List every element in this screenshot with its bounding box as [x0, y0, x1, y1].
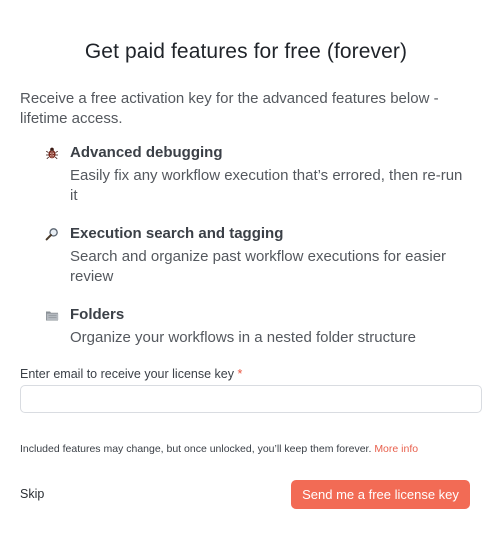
feature-item-debugging: Advanced debugging Easily fix any workfl…	[44, 143, 464, 206]
feature-description: Easily fix any workflow execution that’s…	[70, 167, 463, 204]
feature-title: Execution search and tagging	[70, 225, 284, 242]
more-info-link[interactable]: More info	[374, 443, 418, 455]
feature-description: Organize your workflows in a nested fold…	[70, 329, 416, 346]
features-note: Included features may change, but once u…	[20, 443, 480, 455]
skip-button[interactable]: Skip	[20, 487, 44, 501]
send-license-key-button[interactable]: Send me a free license key	[291, 480, 470, 509]
feature-item-folders: Folders Organize your workflows in a nes…	[44, 305, 464, 348]
feature-item-search: Execution search and tagging Search and …	[44, 224, 464, 287]
email-field-label: Enter email to receive your license key …	[20, 367, 242, 381]
magnifier-icon	[44, 226, 60, 242]
feature-title: Folders	[70, 306, 125, 323]
feature-description: Search and organize past workflow execut…	[70, 248, 447, 285]
email-input[interactable]	[20, 385, 482, 413]
modal-title: Get paid features for free (forever)	[84, 40, 408, 63]
feature-title: Advanced debugging	[70, 144, 223, 161]
email-label-text: Enter email to receive your license key	[20, 367, 234, 381]
note-text: Included features may change, but once u…	[20, 443, 372, 455]
bug-icon	[44, 145, 60, 161]
required-marker: *	[237, 367, 243, 381]
feature-list: Advanced debugging Easily fix any workfl…	[44, 143, 464, 366]
modal-intro: Receive a free activation key for the ad…	[20, 90, 439, 127]
folder-icon	[44, 307, 60, 323]
activation-modal: Get paid features for free (forever) Rec…	[0, 0, 492, 533]
